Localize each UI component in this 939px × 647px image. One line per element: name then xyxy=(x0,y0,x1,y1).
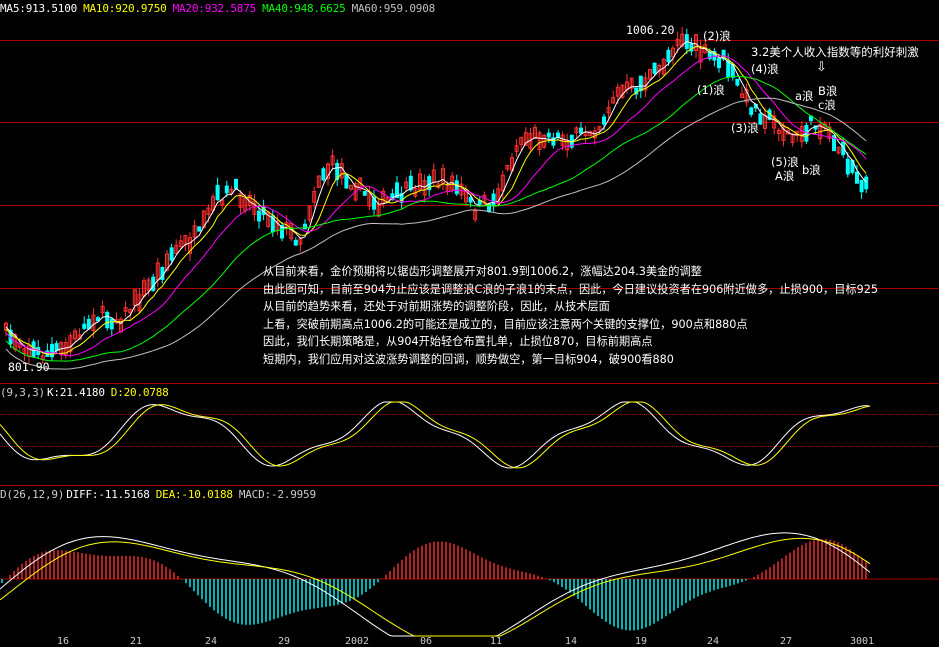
candle-body xyxy=(109,318,114,330)
analysis-commentary: 从目前来看，金价预期将以锯齿形调整展开对801.9到1006.2，涨幅达204.… xyxy=(263,263,878,369)
ma60-value: MA60:959.0908 xyxy=(351,2,436,15)
commentary-line: 上看，突破前期高点1006.2的可能还是成立的，目前应该注意两个关键的支撑位，9… xyxy=(263,317,748,331)
wave-1-label: (1)浪 xyxy=(697,83,725,97)
commentary-line: 因此，我们长期策略是，从904开始轻仓布置扎单，止损位870，目标前期高点 xyxy=(263,335,653,349)
candle-body xyxy=(105,311,110,329)
candle-body xyxy=(845,158,850,175)
ma40-value: MA40:948.6625 xyxy=(262,2,346,15)
macd-signal-line xyxy=(0,532,871,637)
macd-histogram xyxy=(0,532,939,637)
candle-body xyxy=(215,184,220,201)
candle-body xyxy=(224,185,229,194)
kdj-d-value: D:20.0788 xyxy=(110,386,169,399)
candle-body xyxy=(50,344,54,358)
ma-legend: MA5:913.5100 MA10:920.9750 MA20:932.5875 MA… xyxy=(0,2,441,15)
ma20-value: MA20:932.5875 xyxy=(172,2,257,15)
macd-dea-value: DEA:-10.0188 xyxy=(155,488,233,501)
candle-body xyxy=(859,179,864,193)
kdj-line xyxy=(0,401,871,469)
x-axis-tick-label: 3001 xyxy=(850,636,875,647)
news-annotation: 3.2美个人收入指数等的利好刺激 xyxy=(751,45,919,59)
candle-body xyxy=(454,180,459,195)
x-axis-tick-label: 2002 xyxy=(345,636,370,647)
wave-4-label: (4)浪 xyxy=(751,62,779,76)
x-axis-tick-label: 21 xyxy=(130,636,143,647)
wave-2-label: (2)浪 xyxy=(703,29,731,43)
ma10-value: MA10:920.9750 xyxy=(83,2,167,15)
low-price-label: 801.90 xyxy=(8,360,50,374)
kdj-indicator-pane[interactable]: (9,3,3) K:21.4180 D:20.0788 xyxy=(0,384,939,485)
candle-body xyxy=(82,323,87,329)
candle-body xyxy=(652,62,657,74)
high-price-label: 1006.20 xyxy=(626,23,675,37)
wave-c-label: c浪 xyxy=(818,98,836,112)
kdj-lines xyxy=(0,401,871,469)
ma5-value: MA5:913.5100 xyxy=(0,2,78,15)
x-axis-tick-label: 11 xyxy=(490,636,503,647)
macd-legend: D(26,12,9) DIFF:-11.5168 DEA:-10.0188 MACD:… xyxy=(0,488,322,501)
candle-body xyxy=(197,226,202,232)
candle-body xyxy=(169,247,174,261)
candle-body xyxy=(362,190,367,196)
price-chart-pane[interactable]: MA5:913.5100 MA10:920.9750 MA20:932.5875 MA… xyxy=(0,0,939,383)
macd-params: D(26,12,9) xyxy=(0,488,65,501)
candle-body xyxy=(344,174,349,189)
candle-body xyxy=(321,168,326,181)
x-axis-tick-label: 14 xyxy=(565,636,578,647)
wave-a-label: a浪 xyxy=(795,89,814,103)
kdj-line xyxy=(0,401,871,469)
kdj-legend: (9,3,3) K:21.4180 D:20.0788 xyxy=(0,386,175,399)
candle-body xyxy=(666,49,671,63)
x-axis-tick-label: 29 xyxy=(278,636,291,647)
macd-value: MACD:-2.9959 xyxy=(238,488,316,501)
candle-body xyxy=(54,343,59,351)
candle-body xyxy=(579,127,583,134)
candle-body xyxy=(602,116,606,125)
candle-body xyxy=(86,318,91,330)
x-axis-tick-label: 06 xyxy=(420,636,433,647)
wave-b-label: b浪 xyxy=(802,163,821,177)
candle-body xyxy=(234,178,238,189)
commentary-line: 由此图可知，目前至904为止应该是调整浪C浪的子浪1的末点，因此，今日建议投资者… xyxy=(263,282,878,296)
x-axis-tick-label: 27 xyxy=(780,636,793,647)
x-axis-tick-label: 24 xyxy=(707,636,720,647)
candle-body xyxy=(491,193,496,207)
candle-body xyxy=(855,171,859,184)
commentary-line: 从目前来看，金价预期将以锯齿形调整展开对801.9到1006.2，涨幅达204.… xyxy=(263,265,702,278)
x-axis-tick-label: 16 xyxy=(57,636,70,647)
macd-indicator-pane[interactable]: D(26,12,9) DIFF:-11.5168 DEA:-10.0188 MACD:… xyxy=(0,486,939,647)
x-axis-tick-label: 24 xyxy=(205,636,218,647)
macd-diff-value: DIFF:-11.5168 xyxy=(66,488,150,501)
commentary-line: 从目前的趋势来看，还处于对前期涨势的调整阶段，因此，从技术层面 xyxy=(263,300,610,314)
candle-body xyxy=(546,132,551,138)
candle-body xyxy=(257,210,261,222)
candle-body xyxy=(864,176,869,190)
wave-3-label: (3)浪 xyxy=(731,121,759,135)
candle-body xyxy=(749,107,754,115)
candle-body xyxy=(735,78,740,86)
candle-body xyxy=(717,57,721,69)
candle-body xyxy=(556,132,560,138)
kdj-params: (9,3,3) xyxy=(0,386,45,399)
kdj-k-value: K:21.4180 xyxy=(46,386,105,399)
macd-signal-line xyxy=(0,537,871,637)
candle-body xyxy=(638,75,643,92)
candle-body xyxy=(293,239,298,246)
wave-A-label: A浪 xyxy=(775,169,795,183)
down-arrow-icon: ⇩ xyxy=(816,60,827,75)
candle-body xyxy=(758,113,763,125)
x-axis-tick-label: 19 xyxy=(635,636,648,647)
commentary-line: 短期内，我们应用对这波涨势调整的回调，顺势做空，第一目标904，破900看880 xyxy=(263,352,674,366)
